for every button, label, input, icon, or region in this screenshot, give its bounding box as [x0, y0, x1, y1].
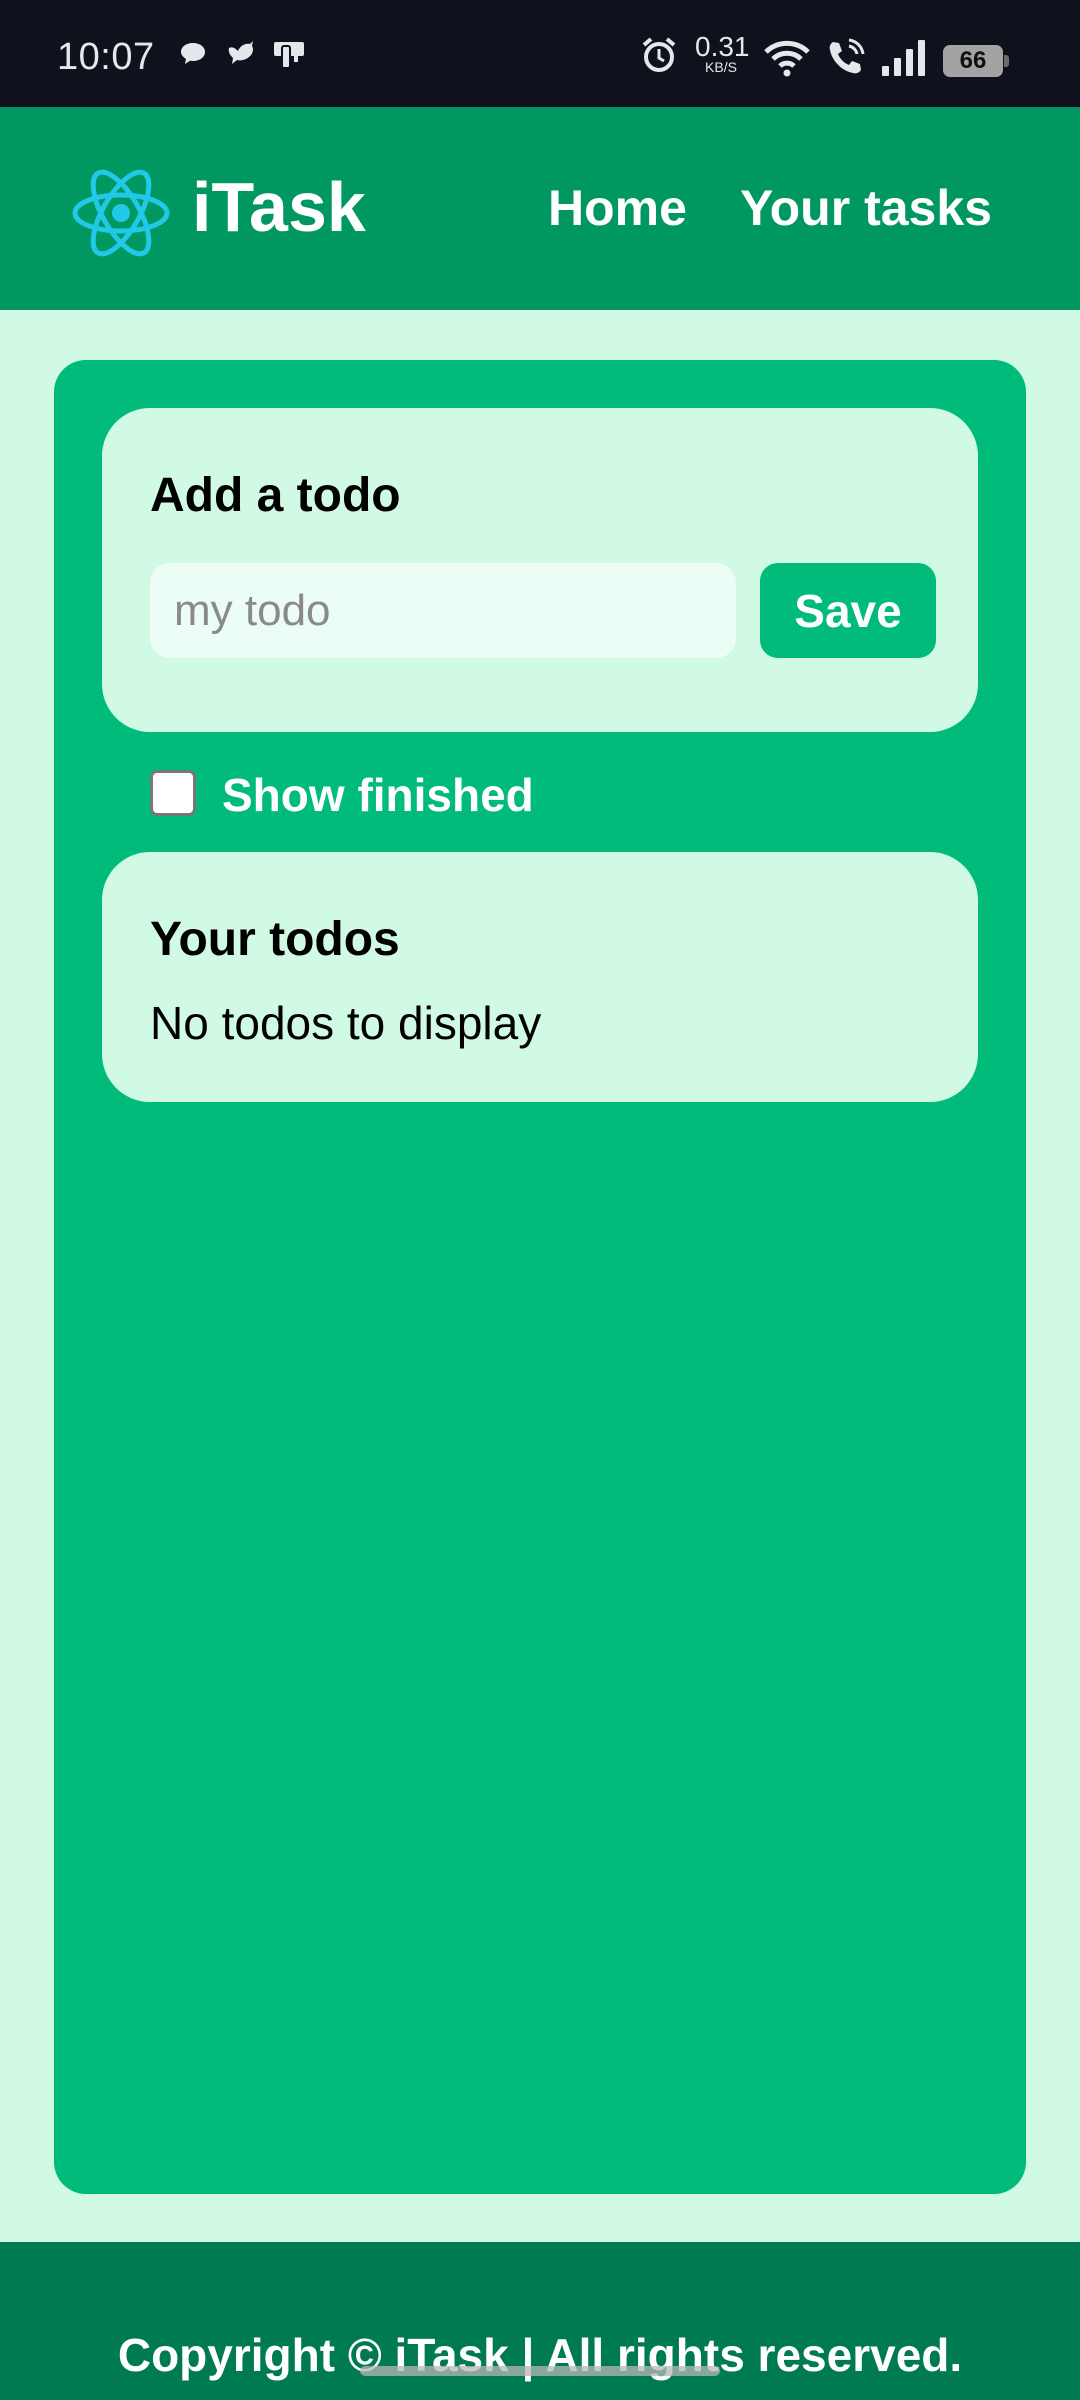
wifi-icon	[762, 38, 812, 78]
status-bar: 10:07 0.31 KB/S 66	[0, 0, 1080, 107]
show-finished-label[interactable]: Show finished	[222, 768, 534, 822]
todos-title: Your todos	[150, 913, 400, 966]
home-indicator[interactable]	[360, 2366, 720, 2376]
bird-icon	[225, 38, 255, 68]
main-container: Add a todo Save Show finished Your todos…	[54, 360, 1026, 2194]
network-speed-value: 0.31	[695, 31, 750, 62]
status-time: 10:07	[57, 36, 155, 78]
show-finished-checkbox[interactable]	[150, 770, 196, 816]
nav-your-tasks-link[interactable]: Your tasks	[740, 179, 992, 237]
battery-icon: 66	[943, 45, 1009, 77]
signal-icon	[880, 38, 928, 78]
add-todo-card: Add a todo Save	[102, 408, 978, 732]
alarm-icon	[640, 36, 678, 74]
chat-bubble-icon	[178, 38, 208, 68]
network-speed: 0.31 KB/S	[695, 31, 750, 75]
nav-home-link[interactable]: Home	[548, 179, 687, 237]
todos-card: Your todos No todos to display	[102, 852, 978, 1102]
todo-input[interactable]	[150, 563, 736, 658]
atom-icon[interactable]	[70, 162, 172, 264]
network-speed-unit: KB/S	[705, 59, 737, 75]
save-button[interactable]: Save	[760, 563, 936, 658]
wifi-call-icon	[825, 38, 865, 78]
add-todo-title: Add a todo	[150, 469, 401, 522]
empty-todos-message: No todos to display	[150, 997, 542, 1049]
app-header: iTask Home Your tasks	[0, 107, 1080, 310]
device-icon	[272, 38, 304, 69]
app-footer: Copyright © iTask | All rights reserved.	[0, 2242, 1080, 2400]
brand-name[interactable]: iTask	[192, 167, 366, 247]
